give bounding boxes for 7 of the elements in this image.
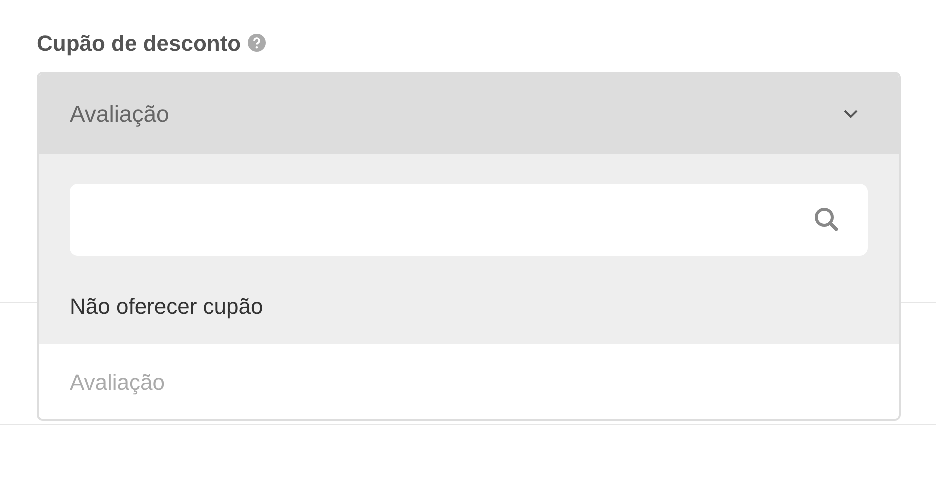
search-field[interactable]	[70, 184, 868, 256]
chevron-down-icon	[843, 109, 859, 119]
select-field[interactable]: Avaliação	[39, 74, 899, 154]
search-icon	[814, 207, 840, 233]
help-icon[interactable]	[248, 34, 266, 52]
dropdown-option[interactable]: Não oferecer cupão	[39, 268, 899, 344]
field-label: Cupão de desconto	[37, 30, 242, 58]
